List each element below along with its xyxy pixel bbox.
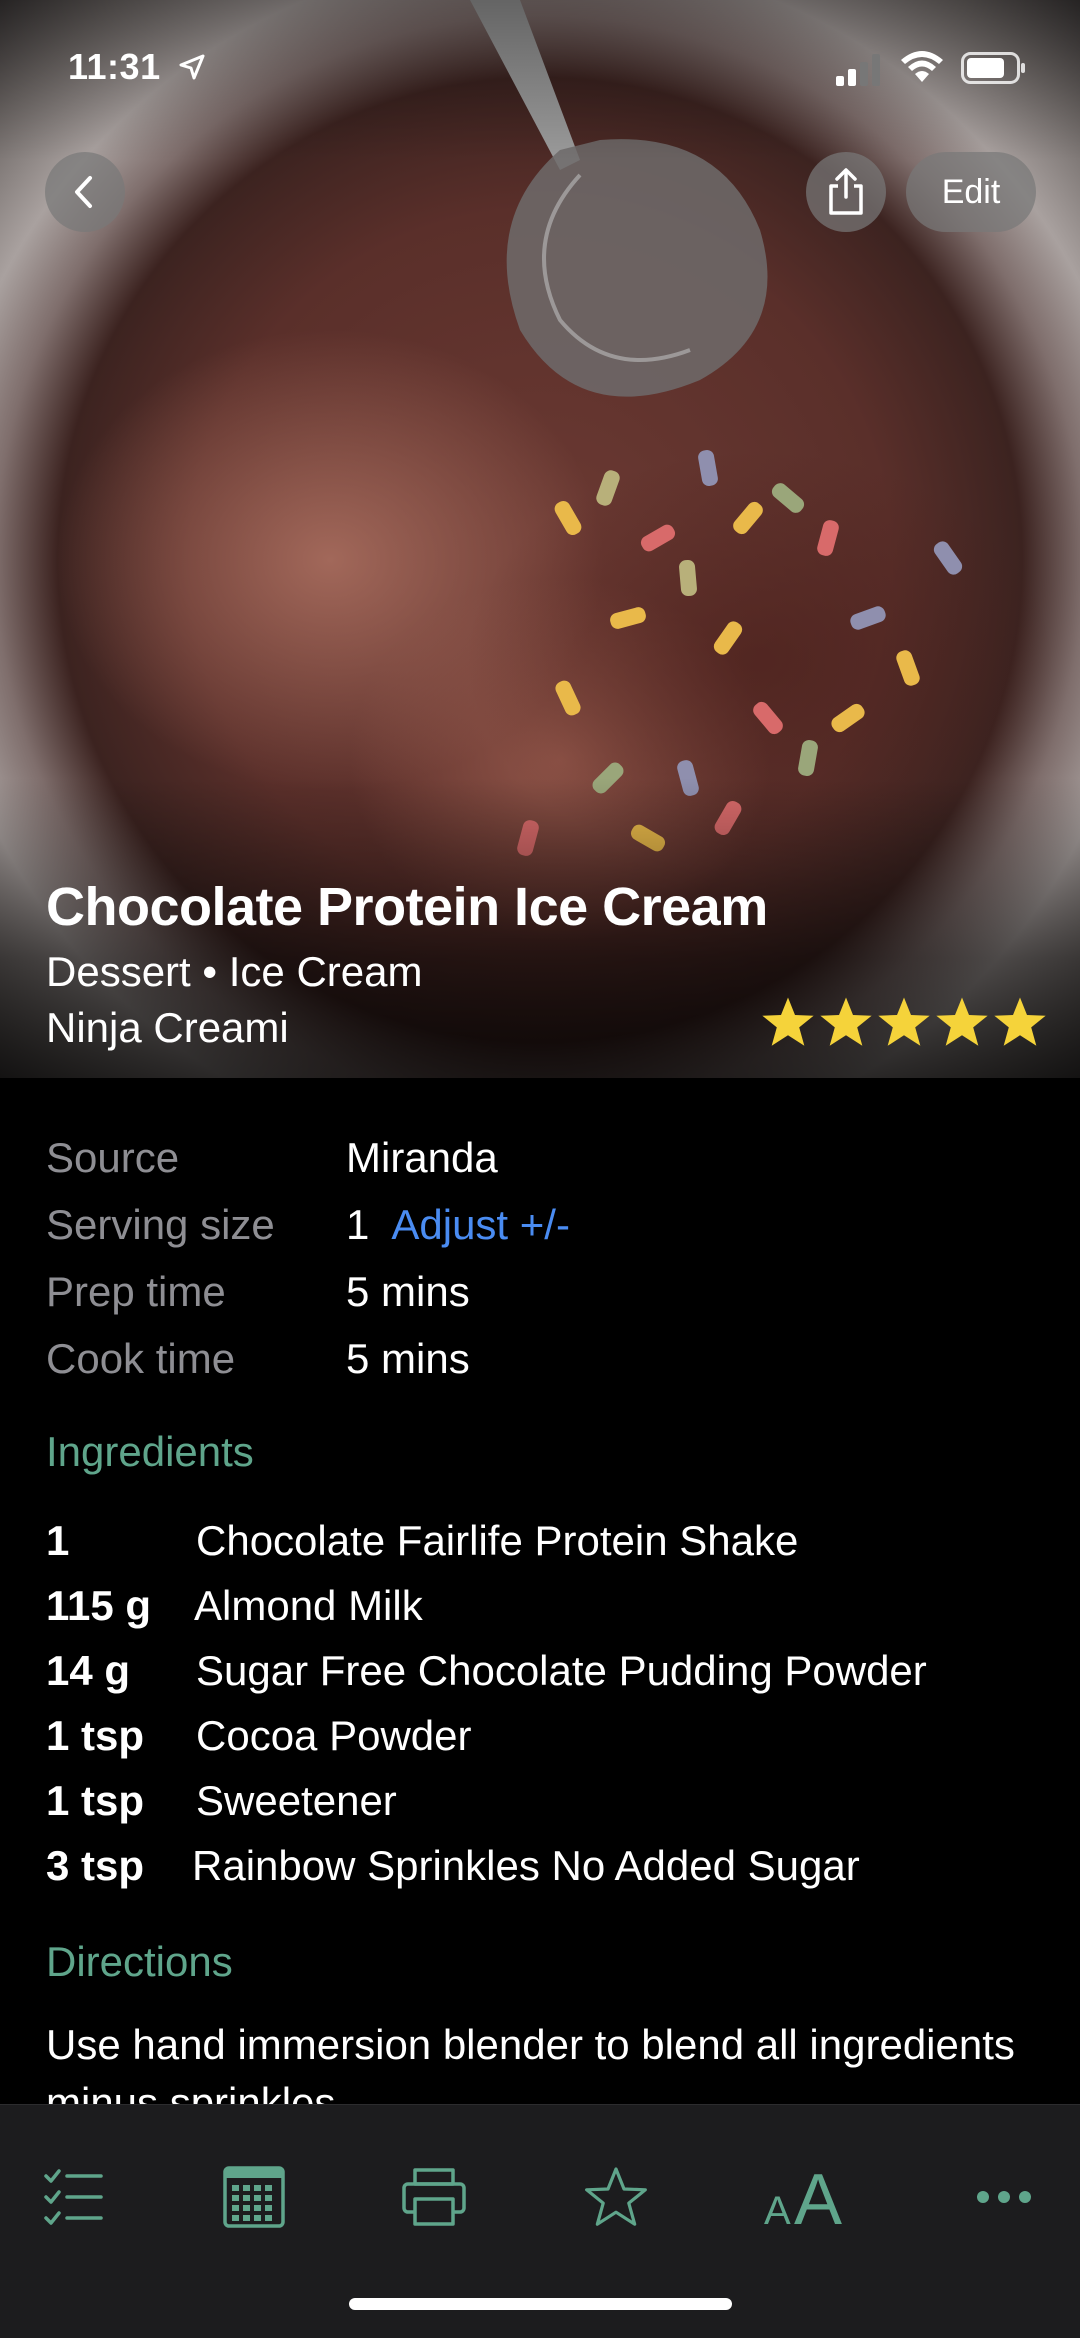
ingredient-name: Almond Milk xyxy=(194,1581,423,1629)
ingredients-list: 1 Chocolate Fairlife Protein Shake 115 g… xyxy=(46,1508,927,1898)
status-bar: 11:31 xyxy=(0,0,1080,130)
ingredient-name: Sugar Free Chocolate Pudding Powder xyxy=(196,1646,927,1694)
ingredient-item[interactable]: 1 Chocolate Fairlife Protein Shake xyxy=(46,1508,927,1573)
star-filled-icon xyxy=(936,997,988,1046)
cook-label: Cook time xyxy=(46,1334,236,1382)
star-icon[interactable] xyxy=(566,2147,666,2247)
svg-text:A: A xyxy=(794,2162,842,2232)
star-filled-icon xyxy=(878,997,930,1046)
home-indicator[interactable] xyxy=(349,2298,732,2310)
prep-value: 5 mins xyxy=(346,1267,470,1315)
ingredient-name: Sweetener xyxy=(196,1776,397,1824)
status-time: 11:31 xyxy=(68,46,161,87)
wifi-icon xyxy=(901,51,943,82)
ingredient-qty: 3 tsp xyxy=(46,1841,145,1889)
serving-row: Serving size 1 Adjust +/- xyxy=(46,1191,570,1258)
text-size-icon[interactable]: A A xyxy=(760,2147,860,2247)
cook-value: 5 mins xyxy=(346,1334,470,1382)
chevron-left-icon xyxy=(75,176,92,208)
ingredient-qty: 115 g xyxy=(46,1581,152,1629)
prep-row: Prep time 5 mins xyxy=(46,1258,570,1325)
recipe-title: Chocolate Protein Ice Cream xyxy=(46,877,768,937)
star-filled-icon xyxy=(994,997,1046,1046)
share-button[interactable] xyxy=(806,152,886,232)
ingredient-name: Rainbow Sprinkles No Added Sugar xyxy=(192,1841,860,1889)
share-icon xyxy=(829,168,863,215)
directions-heading: Directions xyxy=(46,1938,233,1985)
source-value: Miranda xyxy=(346,1133,498,1181)
ingredients-heading: Ingredients xyxy=(46,1428,254,1475)
ingredient-qty: 1 tsp xyxy=(46,1776,145,1824)
star-filled-icon xyxy=(762,997,814,1046)
serving-label: Serving size xyxy=(46,1200,275,1248)
source-row: Source Miranda xyxy=(46,1124,570,1191)
svg-text:A: A xyxy=(764,2189,791,2232)
rating-stars[interactable] xyxy=(760,994,1048,1050)
checklist-icon[interactable] xyxy=(24,2147,124,2247)
serving-value: 1 xyxy=(346,1200,370,1248)
recipe-categories: Dessert • Ice Cream xyxy=(46,948,423,995)
recipe-subtitle: Ninja Creami xyxy=(46,1004,289,1051)
cellular-signal-icon xyxy=(836,54,880,86)
source-label: Source xyxy=(46,1133,180,1181)
calendar-icon[interactable] xyxy=(204,2147,304,2247)
ingredient-name: Cocoa Powder xyxy=(196,1711,472,1759)
ingredient-item[interactable]: 14 g Sugar Free Chocolate Pudding Powder xyxy=(46,1638,927,1703)
more-icon[interactable] xyxy=(954,2147,1054,2247)
recipe-info: Source Miranda Serving size 1 Adjust +/-… xyxy=(46,1124,570,1392)
ingredient-qty: 14 g xyxy=(46,1646,131,1694)
edit-button[interactable]: Edit xyxy=(906,152,1036,232)
prep-label: Prep time xyxy=(46,1267,226,1315)
ingredient-item[interactable]: 1 tsp Cocoa Powder xyxy=(46,1703,927,1768)
star-filled-icon xyxy=(820,997,872,1046)
ingredient-item[interactable]: 3 tsp Rainbow Sprinkles No Added Sugar xyxy=(46,1833,927,1898)
cook-row: Cook time 5 mins xyxy=(46,1325,570,1392)
back-button[interactable] xyxy=(45,152,125,232)
print-icon[interactable] xyxy=(384,2147,484,2247)
adjust-servings-link[interactable]: Adjust +/- xyxy=(391,1201,570,1249)
ingredient-item[interactable]: 115 g Almond Milk xyxy=(46,1573,927,1638)
ingredient-name: Chocolate Fairlife Protein Shake xyxy=(196,1516,799,1564)
ingredient-qty: 1 tsp xyxy=(46,1711,145,1759)
ingredient-item[interactable]: 1 tsp Sweetener xyxy=(46,1768,927,1833)
battery-icon xyxy=(961,52,1025,84)
location-arrow-icon xyxy=(179,54,205,80)
ingredient-qty: 1 xyxy=(46,1516,70,1564)
